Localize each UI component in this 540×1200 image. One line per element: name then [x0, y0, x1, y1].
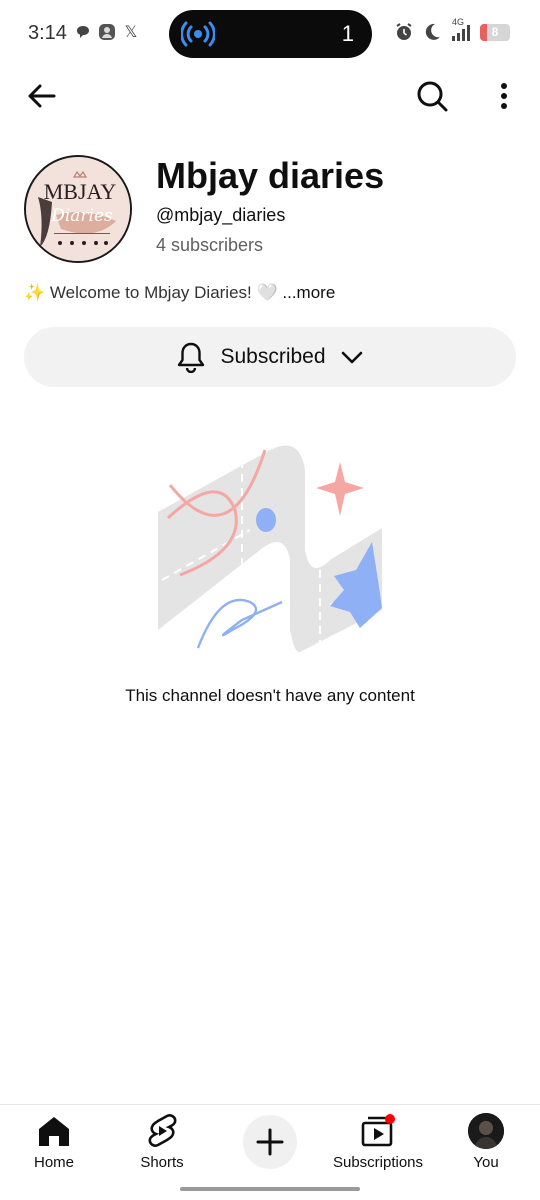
- status-left-icons: 𝕏: [74, 22, 140, 42]
- more-options-button[interactable]: [488, 76, 520, 116]
- battery-icon: 8: [480, 23, 510, 41]
- gesture-bar[interactable]: [180, 1187, 360, 1191]
- subscriptions-icon: [360, 1113, 396, 1149]
- channel-logo: MBJAY Diaries: [26, 157, 130, 261]
- moon-icon: [425, 23, 440, 40]
- nav-label-subscriptions: Subscriptions: [332, 1154, 424, 1171]
- nav-home[interactable]: Home: [0, 1113, 109, 1171]
- empty-state-message: This channel doesn't have any content: [125, 686, 415, 705]
- status-bar: 3:14 𝕏 1 4G 8: [0, 0, 540, 70]
- shorts-icon: [144, 1113, 180, 1149]
- subscriber-count: 4 subscribers: [156, 235, 264, 255]
- status-right-icons: 4G 8: [394, 18, 510, 42]
- nav-shorts[interactable]: Shorts: [107, 1113, 217, 1171]
- nav-label-home: Home: [33, 1154, 74, 1171]
- island-count: 1: [341, 21, 354, 46]
- search-icon: [417, 81, 448, 112]
- back-button[interactable]: [22, 76, 62, 116]
- alarm-icon: [396, 23, 412, 40]
- bottom-nav: Home Shorts Subscriptions You: [0, 1104, 540, 1200]
- channel-avatar[interactable]: MBJAY Diaries: [24, 155, 132, 263]
- more-vertical-icon: [501, 83, 507, 109]
- nav-label-shorts: Shorts: [140, 1154, 184, 1171]
- broadcast-icon: [181, 21, 215, 47]
- home-icon: [36, 1113, 72, 1149]
- plus-icon: [256, 1128, 284, 1156]
- notification-dot: [385, 1114, 395, 1124]
- description-text: Welcome to Mbjay Diaries! 🤍: [49, 283, 278, 302]
- search-button[interactable]: [412, 76, 452, 116]
- sparkles-emoji: ✨: [24, 283, 46, 302]
- signal-icon: 4G: [450, 18, 472, 42]
- x-logo-icon: 𝕏: [124, 24, 138, 41]
- nav-label-you: You: [473, 1154, 499, 1171]
- subscribed-label: Subscribed: [220, 345, 326, 368]
- channel-name: Mbjay diaries: [156, 155, 385, 196]
- chevron-down-icon: [341, 351, 362, 364]
- contact-icon: [98, 22, 116, 42]
- arrow-left-icon: [28, 84, 56, 108]
- status-time: 3:14: [28, 22, 67, 44]
- logo-text-script: Diaries: [50, 206, 113, 226]
- subscribed-button[interactable]: Subscribed: [24, 327, 516, 387]
- more-link[interactable]: ...more: [282, 283, 335, 302]
- channel-description[interactable]: ✨ Welcome to Mbjay Diaries! 🤍 ...more: [24, 283, 335, 303]
- create-button[interactable]: [243, 1115, 297, 1169]
- channel-handle: @mbjay_diaries: [156, 205, 286, 225]
- bell-icon: [178, 342, 205, 373]
- dynamic-island[interactable]: 1: [169, 10, 372, 58]
- chat-bubble-icon: [74, 22, 92, 42]
- avatar: [468, 1113, 504, 1149]
- battery-level: 8: [491, 24, 499, 39]
- logo-text-main: MBJAY: [44, 179, 117, 204]
- nav-subscriptions[interactable]: Subscriptions: [323, 1113, 433, 1171]
- empty-content-illustration: [158, 445, 382, 653]
- nav-you[interactable]: You: [431, 1113, 540, 1171]
